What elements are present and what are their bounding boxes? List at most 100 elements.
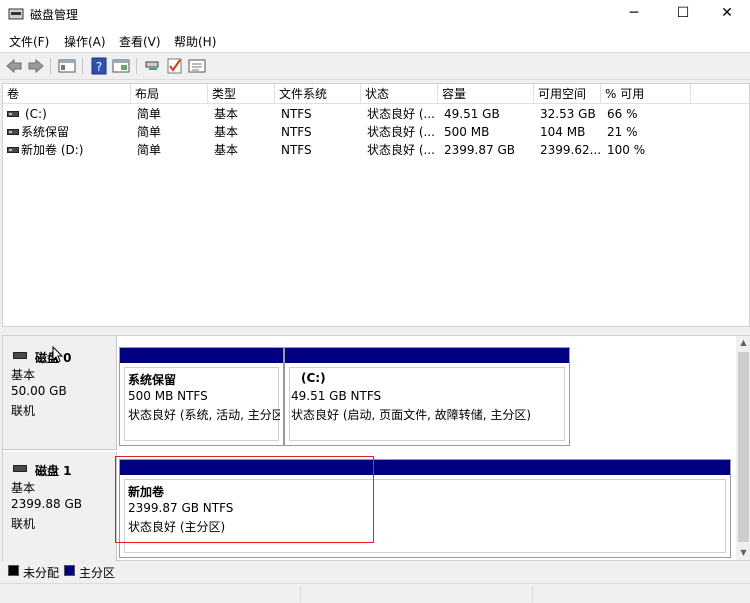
cell-capacity: 49.51 GB xyxy=(444,107,500,121)
maximize-icon: ☐ xyxy=(676,5,690,21)
column-header-type[interactable]: 类型 xyxy=(208,84,275,104)
partition-c[interactable]: (C:) 49.51 GB NTFS 状态良好 (启动, 页面文件, 故障转储,… xyxy=(284,347,570,446)
partition-system-reserved[interactable]: 系统保留 500 MB NTFS 状态良好 (系统, 活动, 主分区 xyxy=(119,347,284,446)
window-title: 磁盘管理 xyxy=(30,8,79,22)
column-header-layout[interactable]: 布局 xyxy=(131,84,208,104)
column-header-volume[interactable]: 卷 xyxy=(3,84,131,104)
legend-primary-swatch xyxy=(64,565,75,576)
table-row[interactable]: 新加卷 (D:) 简单 基本 NTFS 状态良好 (... 2399.87 GB… xyxy=(3,141,749,159)
cell-filesystem: NTFS xyxy=(281,107,312,121)
cell-status: 状态良好 (... xyxy=(367,107,435,121)
column-header-capacity[interactable]: 容量 xyxy=(438,84,534,104)
legend-primary-label: 主分区 xyxy=(79,566,116,580)
minimize-button[interactable]: ─ xyxy=(611,0,657,28)
menu-action[interactable]: 操作(A) xyxy=(64,33,106,50)
title-bar: 磁盘管理 ─ ☐ ✕ xyxy=(0,0,750,28)
svg-text:?: ? xyxy=(96,60,102,74)
disk-size: 2399.88 GB xyxy=(11,497,82,511)
check-icon[interactable] xyxy=(165,57,185,75)
close-button[interactable]: ✕ xyxy=(704,0,750,28)
status-divider xyxy=(300,586,301,602)
table-row[interactable]: (C:) 简单 基本 NTFS 状态良好 (... 49.51 GB 32.53… xyxy=(3,105,749,123)
partition-name: (C:) xyxy=(301,371,326,385)
scroll-up-icon[interactable]: ▲ xyxy=(736,336,750,350)
pane-splitter[interactable] xyxy=(0,327,750,335)
disk-size: 50.00 GB xyxy=(11,384,67,398)
table-row[interactable]: 系统保留 简单 基本 NTFS 状态良好 (... 500 MB 104 MB … xyxy=(3,123,749,141)
disk-icon xyxy=(13,352,27,359)
partition-size: 500 MB NTFS xyxy=(128,389,208,403)
legend: 未分配 主分区 xyxy=(0,561,750,583)
cell-layout: 简单 xyxy=(137,143,162,157)
console-tree-icon[interactable] xyxy=(57,57,77,75)
menu-view[interactable]: 查看(V) xyxy=(119,33,161,50)
legend-unallocated-label: 未分配 xyxy=(23,566,60,580)
help-icon[interactable]: ? xyxy=(89,57,109,75)
cell-percent-free: 100 % xyxy=(607,143,646,157)
cell-percent-free: 21 % xyxy=(607,125,638,139)
column-header-percent-free[interactable]: % 可用 xyxy=(601,84,691,104)
cell-type: 基本 xyxy=(214,107,239,121)
menu-bar: 文件(F) 操作(A) 查看(V) 帮助(H) xyxy=(0,28,750,52)
partition-body xyxy=(289,367,565,441)
forward-icon[interactable] xyxy=(26,57,46,75)
cell-volume: 新加卷 (D:) xyxy=(21,143,84,157)
highlight-annotation xyxy=(115,456,374,543)
partition-status: 状态良好 (启动, 页面文件, 故障转储, 主分区) xyxy=(291,408,532,422)
volume-list: 卷 布局 类型 文件系统 状态 容量 可用空间 % 可用 (C:) 简单 基本 … xyxy=(2,83,750,327)
cell-capacity: 500 MB xyxy=(444,125,490,139)
column-header-free-space[interactable]: 可用空间 xyxy=(534,84,601,104)
cell-filesystem: NTFS xyxy=(281,143,312,157)
disk-name: 磁盘 1 xyxy=(35,464,72,478)
primary-partition-bar xyxy=(120,348,283,363)
connect-icon[interactable] xyxy=(143,57,163,75)
cell-free-space: 32.53 GB xyxy=(540,107,596,121)
cell-free-space: 104 MB xyxy=(540,125,586,139)
cell-status: 状态良好 (... xyxy=(367,125,435,139)
cell-layout: 简单 xyxy=(137,125,162,139)
scroll-down-icon[interactable]: ▼ xyxy=(736,546,750,560)
partition-name: 系统保留 xyxy=(128,373,177,387)
disk-state: 联机 xyxy=(11,404,36,418)
toolbar-separator xyxy=(136,58,137,74)
cell-status: 状态良好 (... xyxy=(367,143,435,157)
disk-icon xyxy=(13,465,27,472)
scroll-thumb[interactable] xyxy=(738,352,749,542)
status-bar xyxy=(0,583,750,603)
menu-help[interactable]: 帮助(H) xyxy=(174,33,216,50)
toolbar: ? xyxy=(0,52,750,80)
minimize-icon: ─ xyxy=(629,5,639,21)
toolbar-separator xyxy=(82,58,83,74)
cell-percent-free: 66 % xyxy=(607,107,638,121)
column-header-empty xyxy=(691,84,749,104)
maximize-button[interactable]: ☐ xyxy=(660,0,706,28)
close-icon: ✕ xyxy=(721,5,733,21)
settings-icon[interactable] xyxy=(187,57,207,75)
menu-file[interactable]: 文件(F) xyxy=(9,33,49,50)
properties-icon[interactable] xyxy=(111,57,131,75)
status-divider xyxy=(532,586,533,602)
toolbar-separator xyxy=(50,58,51,74)
volume-icon xyxy=(7,129,19,135)
partition-status: 状态良好 (系统, 活动, 主分区 xyxy=(128,408,280,422)
column-header-filesystem[interactable]: 文件系统 xyxy=(275,84,361,104)
primary-partition-bar xyxy=(285,348,569,363)
volume-icon xyxy=(7,147,19,153)
disk-1-label[interactable]: 磁盘 1 基本 2399.88 GB 联机 xyxy=(3,452,117,562)
vertical-scrollbar[interactable]: ▲ ▼ xyxy=(736,336,750,560)
cell-volume: (C:) xyxy=(25,107,47,121)
disk-management-window: 磁盘管理 ─ ☐ ✕ 文件(F) 操作(A) 查看(V) 帮助(H) ? 卷 布… xyxy=(0,0,750,603)
mouse-cursor-icon xyxy=(52,346,64,363)
cell-layout: 简单 xyxy=(137,107,162,121)
cell-type: 基本 xyxy=(214,143,239,157)
disk-type: 基本 xyxy=(11,481,36,495)
volume-icon xyxy=(7,111,19,117)
cell-type: 基本 xyxy=(214,125,239,139)
disk-type: 基本 xyxy=(11,368,36,382)
disk-state: 联机 xyxy=(11,517,36,531)
column-header-status[interactable]: 状态 xyxy=(361,84,438,104)
partition-size: 49.51 GB NTFS xyxy=(291,389,382,403)
cell-volume: 系统保留 xyxy=(21,125,70,139)
cell-free-space: 2399.62... xyxy=(540,143,600,157)
back-icon[interactable] xyxy=(4,57,24,75)
